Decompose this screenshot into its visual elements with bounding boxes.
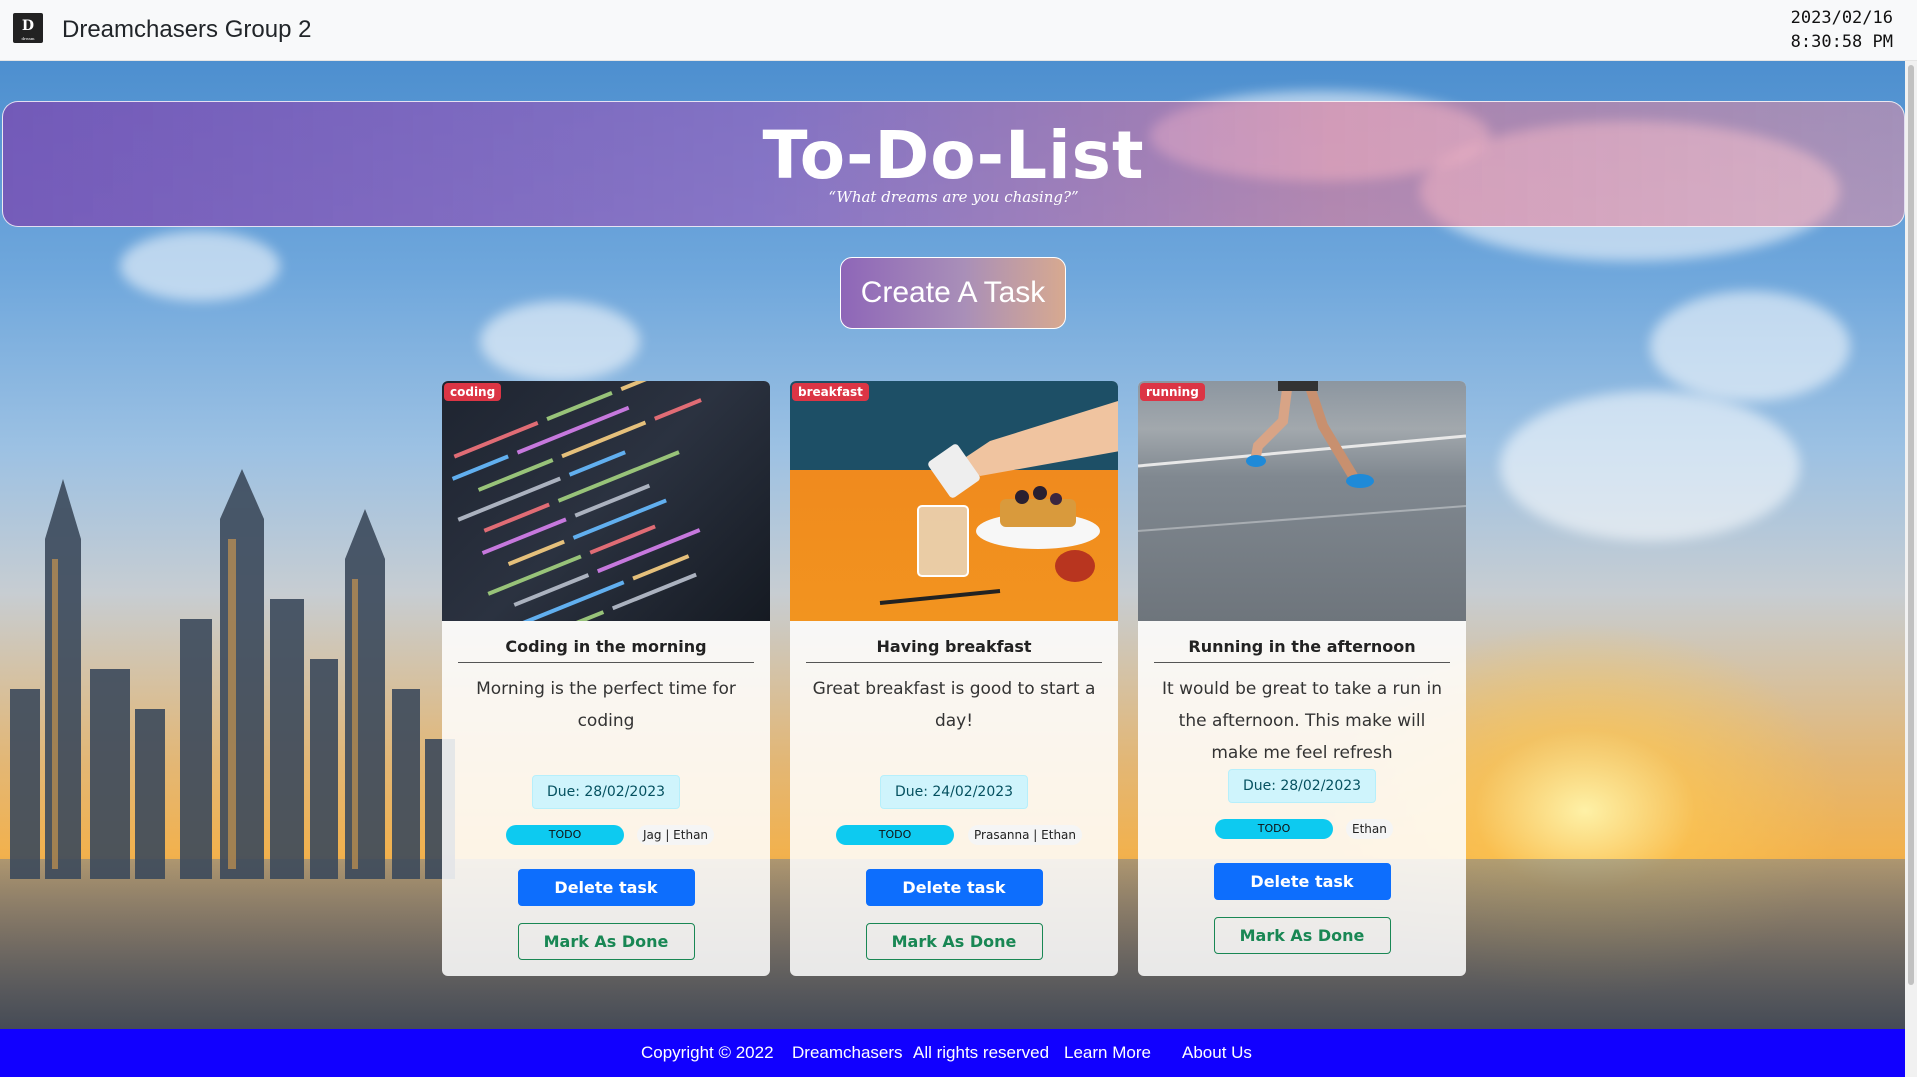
due-date-badge: Due: 24/02/2023 (880, 775, 1028, 809)
task-card: running Running in the afternoon It woul… (1138, 381, 1466, 976)
assignees-badge: Prasanna | Ethan (968, 825, 1083, 845)
mark-as-done-button[interactable]: Mark As Done (865, 923, 1043, 960)
footer: Copyright © 2022 Dreamchasers All rights… (0, 1029, 1905, 1077)
footer-about-us-link[interactable]: About Us (1182, 1043, 1252, 1063)
clock-date: 2023/02/16 (1790, 8, 1893, 28)
assignees-badge: Ethan (1346, 819, 1393, 839)
clock-time: 8:30:58 PM (1790, 32, 1893, 52)
delete-task-button[interactable]: Delete task (517, 869, 695, 906)
footer-learn-more-link[interactable]: Learn More (1064, 1043, 1151, 1063)
task-description: Morning is the perfect time for coding (476, 679, 736, 731)
due-date-badge: Due: 28/02/2023 (1228, 769, 1376, 803)
title-banner: To-Do-List “What dreams are you chasing?… (2, 101, 1905, 227)
page-scrollbar[interactable] (1905, 61, 1917, 1077)
task-card: breakfast Having breakfast Great breakfa… (790, 381, 1118, 976)
footer-company: Dreamchasers (792, 1043, 903, 1062)
delete-task-button[interactable]: Delete task (865, 869, 1043, 906)
breakfast-image: breakfast (790, 381, 1118, 621)
task-description: Great breakfast is good to start a day! (812, 679, 1096, 731)
category-badge: coding (444, 383, 502, 401)
footer-rights: All rights reserved (913, 1043, 1050, 1062)
task-title: Having breakfast (806, 637, 1102, 663)
category-badge: running (1140, 383, 1205, 401)
create-task-button[interactable]: Create A Task (840, 257, 1066, 329)
mark-as-done-button[interactable]: Mark As Done (517, 923, 695, 960)
footer-copyright: Copyright © 2022 (641, 1043, 774, 1062)
status-badge: TODO (1215, 819, 1333, 839)
code-screen-image: coding (442, 381, 770, 621)
due-date-badge: Due: 28/02/2023 (532, 775, 680, 809)
city-skyline (10, 469, 455, 879)
running-image: running (1138, 381, 1466, 621)
task-title: Running in the afternoon (1154, 637, 1450, 663)
clock: 2023/02/16 8:30:58 PM (1791, 6, 1893, 54)
category-badge: breakfast (792, 383, 869, 401)
top-navbar: D dream Dreamchasers Group 2 2023/02/16 … (0, 0, 1917, 61)
page-title: To-Do-List (762, 117, 1145, 194)
status-badge: TODO (836, 825, 954, 845)
page-tagline: “What dreams are you chasing?” (828, 188, 1079, 206)
delete-task-button[interactable]: Delete task (1213, 863, 1391, 900)
assignees-badge: Jag | Ethan (637, 825, 715, 845)
task-description: It would be great to take a run in the a… (1161, 679, 1442, 763)
brand-logo-subtext: dream (21, 36, 35, 41)
mark-as-done-button[interactable]: Mark As Done (1213, 917, 1391, 954)
task-title: Coding in the morning (458, 637, 754, 663)
brand-logo-letter: D (21, 18, 35, 34)
brand-logo[interactable]: D dream (13, 13, 43, 43)
scrollbar-thumb[interactable] (1908, 65, 1914, 985)
task-card: coding Coding in the morning Morning is … (442, 381, 770, 976)
status-badge: TODO (506, 825, 624, 845)
brand-name[interactable]: Dreamchasers Group 2 (62, 16, 311, 44)
